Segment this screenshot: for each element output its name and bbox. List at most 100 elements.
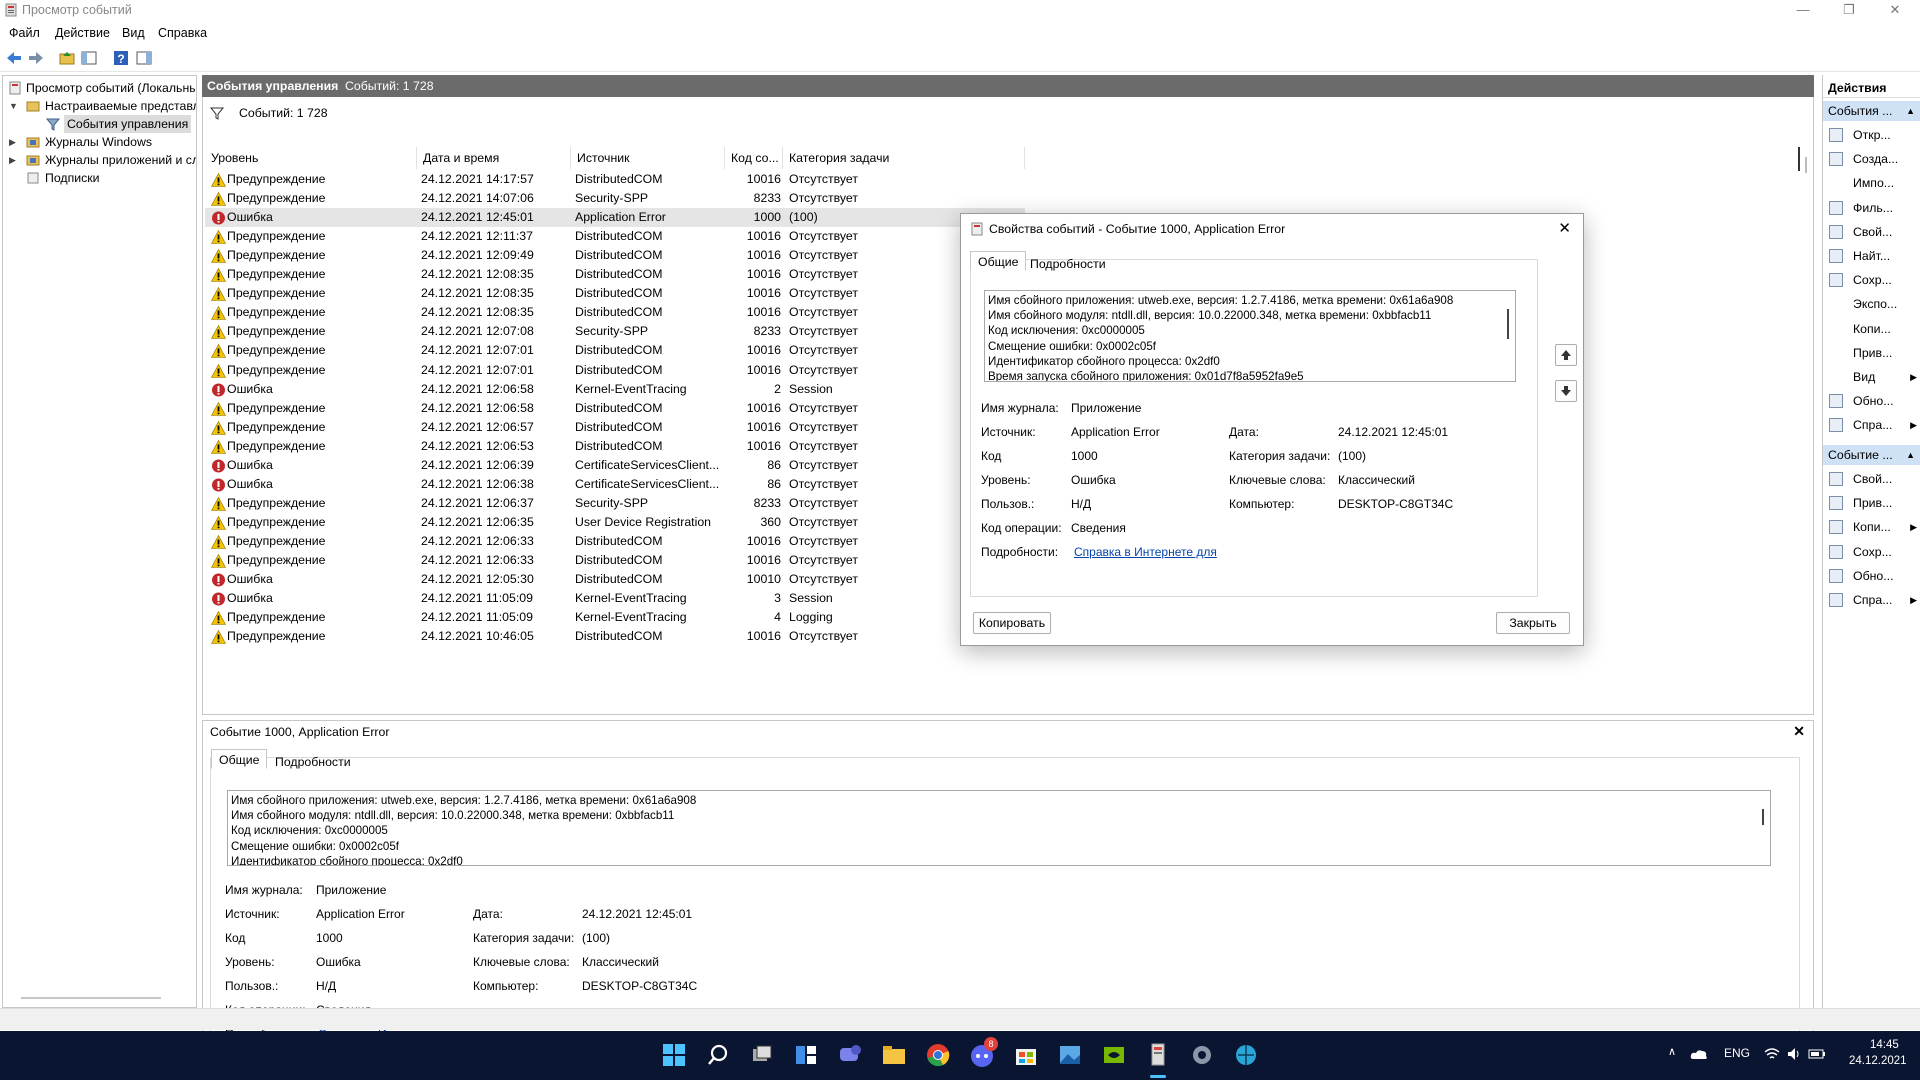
task-view-icon[interactable]	[748, 1041, 776, 1069]
table-row[interactable]: Предупреждение 24.12.2021 14:17:57 Distrib…	[205, 170, 1025, 189]
horizontal-scrollbar[interactable]	[21, 997, 161, 999]
tab-general[interactable]: Общие	[211, 749, 268, 769]
tree-root[interactable]: Просмотр событий (Локальны	[3, 79, 196, 97]
table-row[interactable]: Предупреждение 24.12.2021 12:08:35 Distrib…	[205, 265, 1025, 284]
previous-event-button[interactable]	[1555, 344, 1577, 366]
table-row[interactable]: Ошибка 24.12.2021 12:45:01 Application Err…	[205, 208, 1025, 228]
copy-button[interactable]: Копировать	[973, 612, 1051, 634]
table-row[interactable]: Предупреждение 24.12.2021 12:06:35 User De…	[205, 513, 1025, 532]
online-help-link[interactable]: Справка в Интернете для	[1074, 545, 1217, 559]
message-scrollbar[interactable]	[1762, 809, 1764, 825]
start-icon[interactable]	[660, 1041, 688, 1069]
table-row[interactable]: Предупреждение 24.12.2021 12:06:58 Distrib…	[205, 399, 1025, 418]
actions-group-events[interactable]: События ... ▲	[1823, 101, 1920, 121]
clock-time[interactable]: 14:45	[1870, 1039, 1899, 1051]
table-row[interactable]: Предупреждение 24.12.2021 12:06:33 Distrib…	[205, 551, 1025, 570]
chevron-down-icon[interactable]: ▼	[9, 97, 18, 115]
action-item[interactable]: Найт...	[1823, 244, 1920, 268]
collapse-arrow-icon[interactable]: ▲	[1906, 445, 1915, 465]
settings-icon[interactable]	[1188, 1041, 1216, 1069]
action-item[interactable]: Обно...	[1823, 564, 1920, 588]
collapse-arrow-icon[interactable]: ▲	[1906, 101, 1915, 121]
dialog-tab-general[interactable]: Общие	[970, 251, 1027, 271]
dialog-tab-details[interactable]: Подробности	[1022, 253, 1114, 273]
tab-details[interactable]: Подробности	[267, 751, 359, 771]
tree-custom-views[interactable]: ▼ Настраиваемые представле	[3, 97, 196, 115]
menu-view[interactable]: Вид	[122, 26, 145, 40]
col-category[interactable]: Категория задачи	[783, 147, 1025, 169]
table-row[interactable]: Предупреждение 24.12.2021 11:05:09 Kernel-…	[205, 608, 1025, 627]
forward-arrow-icon[interactable]	[27, 49, 45, 67]
table-row[interactable]: Предупреждение 24.12.2021 12:07:01 Distrib…	[205, 361, 1025, 380]
action-item[interactable]: Откр...	[1823, 123, 1920, 147]
action-item[interactable]: Вид ▶	[1823, 365, 1920, 389]
store-icon[interactable]	[1012, 1041, 1040, 1069]
col-source[interactable]: Источник	[571, 147, 725, 169]
table-row[interactable]: Предупреждение 24.12.2021 12:06:33 Distrib…	[205, 532, 1025, 551]
col-code[interactable]: Код со...	[725, 147, 783, 169]
table-row[interactable]: Предупреждение 24.12.2021 14:07:06 Securit…	[205, 189, 1025, 208]
table-row[interactable]: Ошибка 24.12.2021 12:05:30 DistributedCOM 1…	[205, 570, 1025, 589]
col-level[interactable]: Уровень	[205, 147, 417, 169]
table-row[interactable]: Предупреждение 24.12.2021 10:46:05 Distrib…	[205, 627, 1025, 646]
file-explorer-icon[interactable]	[880, 1041, 908, 1069]
maximize-button[interactable]: ❐	[1826, 0, 1872, 22]
tree-admin-events[interactable]: События управления	[3, 115, 196, 133]
event-viewer-taskbar-icon[interactable]	[1144, 1041, 1172, 1069]
table-row[interactable]: Ошибка 24.12.2021 11:05:09 Kernel-EventTra…	[205, 589, 1025, 608]
table-row[interactable]: Предупреждение 24.12.2021 12:06:37 Securit…	[205, 494, 1025, 513]
action-item[interactable]: Созда...	[1823, 147, 1920, 171]
battery-icon[interactable]	[1808, 1046, 1826, 1062]
menu-file[interactable]: Файл	[9, 26, 40, 40]
chat-icon[interactable]	[836, 1041, 864, 1069]
chrome-icon[interactable]	[924, 1041, 952, 1069]
minimize-button[interactable]: —	[1780, 0, 1826, 22]
wifi-icon[interactable]	[1764, 1046, 1780, 1062]
action-item[interactable]: Прив...	[1823, 491, 1920, 515]
tree-subscriptions[interactable]: Подписки	[3, 169, 196, 187]
table-row[interactable]: Предупреждение 24.12.2021 12:09:49 Distrib…	[205, 246, 1025, 265]
vertical-scrollbar[interactable]	[1798, 147, 1800, 171]
action-item[interactable]: Свой...	[1823, 467, 1920, 491]
table-row[interactable]: Предупреждение 24.12.2021 12:11:37 Distrib…	[205, 227, 1025, 246]
message-scrollbar[interactable]	[1507, 309, 1509, 339]
menu-help[interactable]: Справка	[158, 26, 207, 40]
volume-icon[interactable]	[1786, 1046, 1802, 1062]
action-item[interactable]: Импо...	[1823, 171, 1920, 195]
chevron-right-icon[interactable]: ▶	[9, 151, 16, 169]
network-globe-icon[interactable]	[1232, 1041, 1260, 1069]
tray-overflow-icon[interactable]: ∧	[1668, 1045, 1676, 1058]
close-dialog-button[interactable]: Закрыть	[1496, 612, 1570, 634]
widgets-icon[interactable]	[792, 1041, 820, 1069]
help-icon[interactable]: ?	[112, 49, 130, 67]
onedrive-icon[interactable]	[1690, 1047, 1708, 1061]
tree-windows-logs[interactable]: ▶ Журналы Windows	[3, 133, 196, 151]
actions-group-event[interactable]: Событие ... ▲	[1823, 445, 1920, 465]
table-row[interactable]: Ошибка 24.12.2021 12:06:38 CertificateServ…	[205, 475, 1025, 494]
table-row[interactable]: Ошибка 24.12.2021 12:06:39 CertificateServ…	[205, 456, 1025, 475]
close-icon[interactable]: ✕	[1793, 723, 1805, 740]
action-item[interactable]: Спра... ▶	[1823, 588, 1920, 612]
scroll-thumb[interactable]	[1805, 157, 1807, 173]
clock-date[interactable]: 24.12.2021	[1849, 1055, 1907, 1067]
chevron-right-icon[interactable]: ▶	[9, 133, 16, 151]
action-item[interactable]: Прив...	[1823, 341, 1920, 365]
search-icon[interactable]	[704, 1041, 732, 1069]
back-arrow-icon[interactable]	[5, 49, 23, 67]
table-row[interactable]: Предупреждение 24.12.2021 12:06:57 Distrib…	[205, 418, 1025, 437]
close-window-button[interactable]: ✕	[1872, 0, 1918, 22]
action-item[interactable]: Копи... ▶	[1823, 515, 1920, 539]
action-item[interactable]: Обно...	[1823, 389, 1920, 413]
table-row[interactable]: Предупреждение 24.12.2021 12:08:35 Distrib…	[205, 303, 1025, 322]
col-date[interactable]: Дата и время	[417, 147, 571, 169]
next-event-button[interactable]	[1555, 380, 1577, 402]
action-item[interactable]: Филь...	[1823, 196, 1920, 220]
table-row[interactable]: Предупреждение 24.12.2021 12:08:35 Distrib…	[205, 284, 1025, 303]
action-item[interactable]: Спра... ▶	[1823, 413, 1920, 437]
nvidia-icon[interactable]	[1100, 1041, 1128, 1069]
table-row[interactable]: Ошибка 24.12.2021 12:06:58 Kernel-EventTra…	[205, 380, 1025, 399]
table-row[interactable]: Предупреждение 24.12.2021 12:06:53 Distrib…	[205, 437, 1025, 456]
action-item[interactable]: Экспо...	[1823, 292, 1920, 316]
show-action-pane-icon[interactable]	[135, 49, 153, 67]
menu-action[interactable]: Действие	[55, 26, 110, 40]
